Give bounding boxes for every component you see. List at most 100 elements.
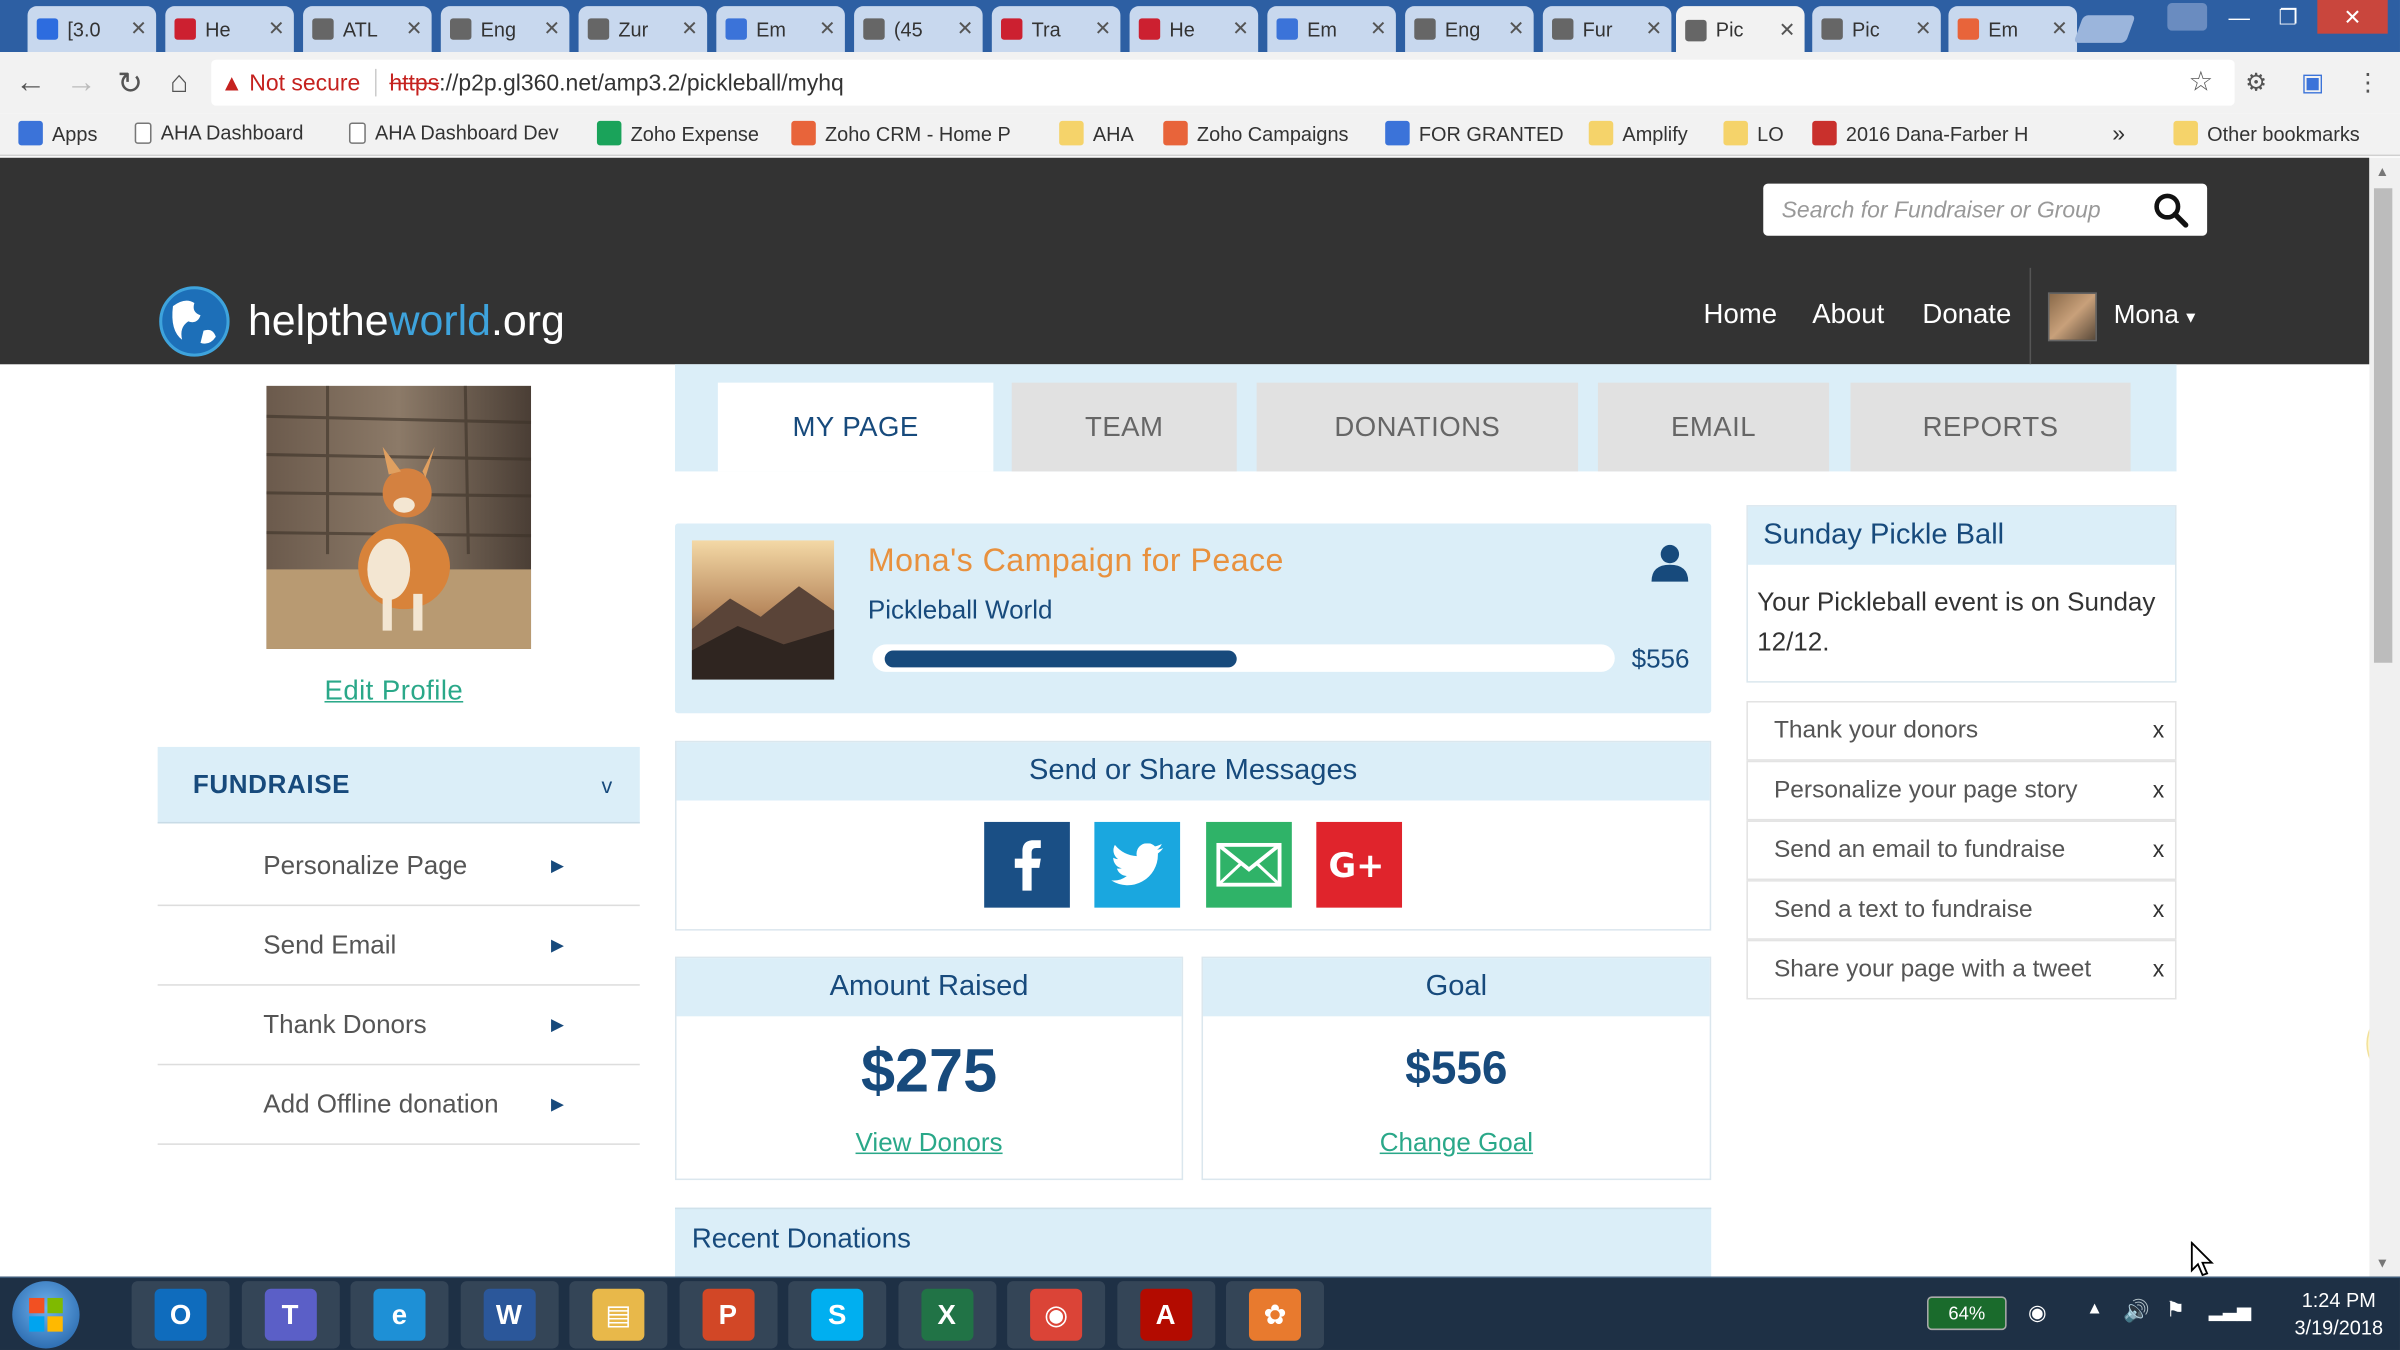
bookmark-item[interactable]: Apps (18, 120, 97, 146)
extension-icon[interactable]: ⚙ (2238, 64, 2275, 101)
scrollbar-thumb[interactable] (2373, 188, 2393, 663)
new-tab-button[interactable] (2073, 15, 2136, 43)
signal-icon[interactable]: ▂▃▅ (2209, 1299, 2251, 1320)
browser-tab[interactable]: Em ✕ (1948, 6, 2078, 53)
tray-expand-icon[interactable]: ▲ (2086, 1299, 2103, 1317)
minimize-icon[interactable]: — (2213, 0, 2265, 34)
bookmark-item[interactable]: Zoho Campaigns (1163, 120, 1348, 146)
view-donors-link[interactable]: View Donors (677, 1128, 1182, 1159)
taskbar-app[interactable]: T (241, 1281, 340, 1349)
taskbar-app[interactable]: ✿ (1226, 1281, 1324, 1349)
facebook-icon[interactable] (984, 821, 1070, 908)
dismiss-icon[interactable]: x (2153, 957, 2164, 983)
taskbar-app[interactable]: ▤ (569, 1281, 668, 1349)
close-tab-icon[interactable]: ✕ (1508, 17, 1525, 41)
taskbar-app[interactable]: P (678, 1281, 777, 1349)
tab-my-page[interactable]: MY PAGE (717, 382, 994, 472)
browser-tab[interactable]: Eng ✕ (440, 6, 570, 53)
taskbar-app[interactable]: X (897, 1281, 996, 1349)
edit-profile-link[interactable]: Edit Profile (324, 675, 463, 707)
tab-donations[interactable]: DONATIONS (1256, 382, 1579, 472)
bookmark-item[interactable]: AHA Dashboard Dev (348, 121, 559, 144)
close-tab-icon[interactable]: ✕ (819, 17, 836, 41)
menu-icon[interactable]: ⋮ (2349, 64, 2386, 101)
bookmark-star-icon[interactable]: ☆ (2189, 66, 2214, 98)
taskbar-app[interactable]: W (459, 1281, 558, 1349)
close-tab-icon[interactable]: ✕ (544, 17, 561, 41)
browser-tab[interactable]: Tra ✕ (991, 6, 1121, 53)
windows-start-icon[interactable] (12, 1281, 80, 1349)
bookmark-item[interactable]: LO (1723, 120, 1784, 146)
sidebar-menu-item[interactable]: Thank Donors ▶ (157, 986, 640, 1066)
cast-icon[interactable]: ▣ (2294, 64, 2331, 101)
address-bar[interactable]: ▲ Not secure https ://p2p.gl360.net/amp3… (211, 59, 2235, 106)
bookmark-item[interactable]: AHA (1059, 120, 1134, 146)
battery-indicator[interactable]: 64% (1927, 1296, 2007, 1331)
close-tab-icon[interactable]: ✕ (406, 17, 423, 41)
close-tab-icon[interactable]: ✕ (2051, 17, 2068, 41)
sidebar-menu-item[interactable]: Add Offline donation ▶ (157, 1065, 640, 1145)
close-window-icon[interactable]: ✕ (2317, 0, 2388, 34)
todo-item[interactable]: Send a text to fundraise x (1746, 880, 2177, 940)
page-scrollbar[interactable]: ▲ ▼ (2369, 157, 2400, 1277)
close-tab-icon[interactable]: ✕ (130, 17, 147, 41)
dismiss-icon[interactable]: x (2153, 897, 2164, 923)
close-tab-icon[interactable]: ✕ (1370, 17, 1387, 41)
search-input[interactable] (1781, 186, 2165, 233)
dismiss-icon[interactable]: x (2153, 837, 2164, 863)
taskbar-app[interactable]: O (131, 1281, 230, 1349)
tab-email[interactable]: EMAIL (1597, 382, 1830, 472)
taskbar-app[interactable]: A (1116, 1281, 1215, 1349)
browser-tab[interactable]: He ✕ (1129, 6, 1259, 53)
close-tab-icon[interactable]: ✕ (957, 17, 974, 41)
flag-icon[interactable]: ⚑ (2166, 1296, 2185, 1322)
browser-profile-icon[interactable] (2167, 3, 2208, 31)
sidebar-menu-item[interactable]: Personalize Page ▶ (157, 827, 640, 907)
bookmark-item[interactable]: Zoho Expense (596, 120, 759, 146)
user-menu[interactable]: Mona ▾ (2114, 300, 2196, 331)
taskbar-app[interactable]: ◉ (1007, 1281, 1106, 1349)
close-tab-icon[interactable]: ✕ (681, 17, 698, 41)
forward-icon[interactable]: → (63, 64, 100, 101)
taskbar-app[interactable]: e (350, 1281, 449, 1349)
fundraise-section-header[interactable]: FUNDRAISE v (157, 746, 640, 824)
other-bookmarks[interactable]: Other bookmarks (2173, 120, 2360, 146)
power-icon[interactable]: ◉ (2028, 1299, 2047, 1325)
close-tab-icon[interactable]: ✕ (1646, 17, 1663, 41)
close-tab-icon[interactable]: ✕ (1779, 18, 1796, 42)
bookmark-item[interactable]: Amplify (1588, 120, 1688, 146)
email-icon[interactable] (1206, 821, 1292, 908)
close-tab-icon[interactable]: ✕ (1915, 17, 1932, 41)
search-icon[interactable] (2152, 191, 2189, 228)
close-tab-icon[interactable]: ✕ (1095, 17, 1112, 41)
browser-tab[interactable]: [3.0 ✕ (27, 6, 157, 53)
site-logo[interactable]: helpthe world .org (158, 285, 565, 358)
browser-tab[interactable]: ATL ✕ (303, 6, 432, 53)
browser-tab[interactable]: Pic ✕ (1812, 6, 1941, 53)
browser-tab[interactable]: Em ✕ (1267, 6, 1396, 53)
bookmark-item[interactable]: Zoho CRM - Home P (791, 120, 1011, 146)
sidebar-menu-item[interactable]: Send Email ▶ (157, 906, 640, 986)
browser-tab[interactable]: Eng ✕ (1405, 6, 1534, 53)
browser-tab[interactable]: Zur ✕ (578, 6, 708, 53)
nav-home[interactable]: Home (1704, 298, 1777, 330)
nav-about[interactable]: About (1812, 298, 1884, 330)
change-goal-link[interactable]: Change Goal (1203, 1128, 1710, 1159)
maximize-icon[interactable]: ❐ (2262, 0, 2314, 34)
todo-item[interactable]: Share your page with a tweet x (1746, 939, 2177, 1000)
twitter-icon[interactable] (1094, 821, 1181, 908)
dismiss-icon[interactable]: x (2153, 778, 2164, 804)
todo-item[interactable]: Thank your donors x (1746, 701, 2177, 761)
tab-reports[interactable]: REPORTS (1850, 382, 2131, 472)
browser-tab[interactable]: He ✕ (165, 6, 294, 53)
scroll-up-icon[interactable]: ▲ (2375, 164, 2389, 179)
google-plus-icon[interactable]: G+ (1316, 821, 1403, 908)
clock[interactable]: 1:24 PM 3/19/2018 (2285, 1287, 2392, 1342)
nav-donate[interactable]: Donate (1922, 298, 2011, 330)
browser-tab[interactable]: (45 ✕ (854, 6, 983, 53)
browser-tab[interactable]: Em ✕ (716, 6, 845, 53)
taskbar-app[interactable]: S (788, 1281, 887, 1349)
bookmark-item[interactable]: FOR GRANTED (1385, 120, 1564, 146)
scroll-down-icon[interactable]: ▼ (2375, 1255, 2389, 1270)
home-icon[interactable]: ⌂ (161, 64, 198, 101)
